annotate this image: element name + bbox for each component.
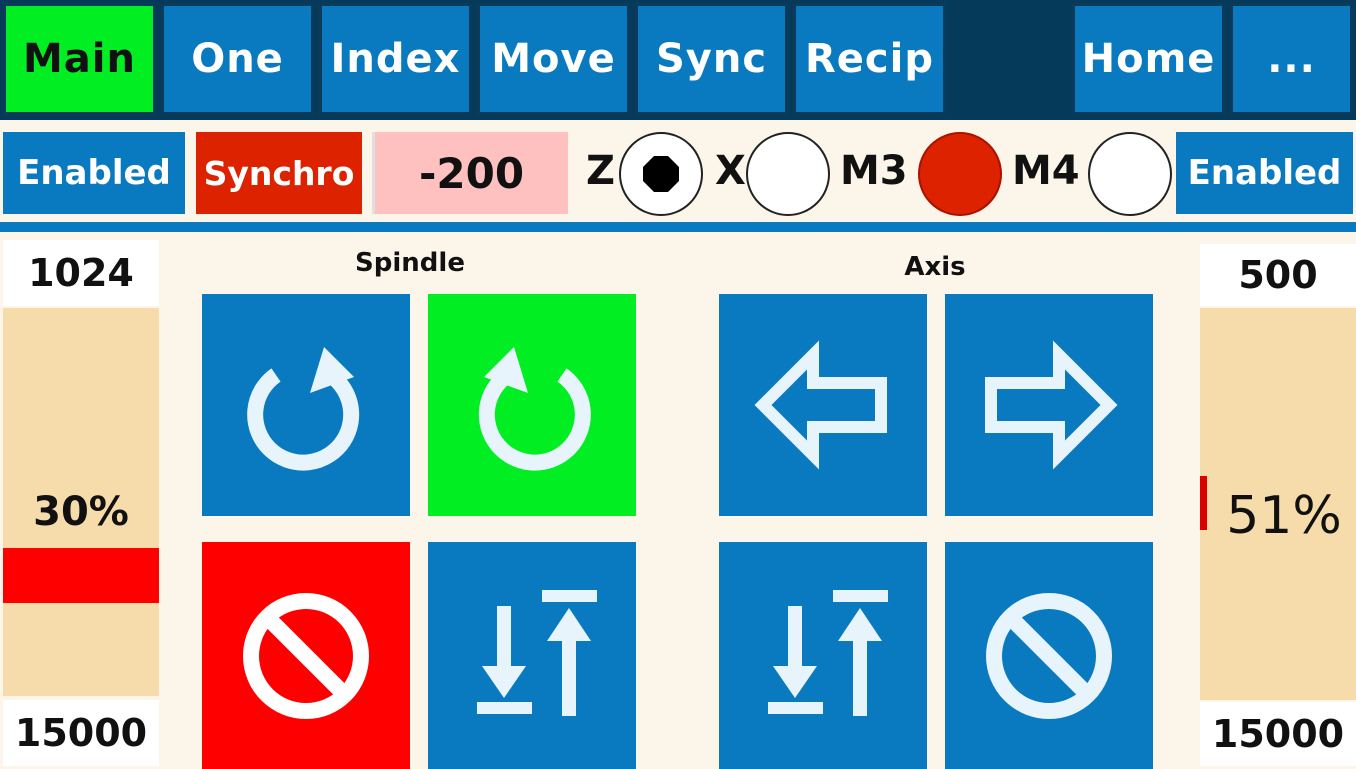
radio-x[interactable] xyxy=(746,132,830,216)
spindle-stop-button[interactable] xyxy=(202,542,410,769)
spindle-percent: 30% xyxy=(33,489,129,535)
axis-mode-button[interactable] xyxy=(719,542,927,769)
axis-left-button[interactable] xyxy=(719,294,927,516)
tab-main[interactable]: Main xyxy=(3,3,156,115)
radio-m4[interactable] xyxy=(1088,132,1172,216)
rotate-ccw-icon xyxy=(247,347,360,471)
axis-stop-button[interactable] xyxy=(945,542,1153,769)
spindle-cw-button[interactable] xyxy=(428,294,636,516)
radio-selected-dot-icon xyxy=(643,156,679,192)
radio-m3-label: M3 xyxy=(840,148,908,194)
rotate-cw-icon xyxy=(478,347,591,471)
tab-sync[interactable]: Sync xyxy=(635,3,788,115)
spindle-mode-button[interactable] xyxy=(428,542,636,769)
arrow-right-icon xyxy=(985,340,1118,470)
tab-index[interactable]: Index xyxy=(319,3,472,115)
axis-bottom-value: 15000 xyxy=(1200,702,1356,766)
synchro-button[interactable]: Synchro xyxy=(196,132,362,214)
value-field[interactable]: -200 xyxy=(372,132,568,214)
left-enabled-button[interactable]: Enabled xyxy=(3,132,185,214)
stop-icon xyxy=(243,592,369,719)
radio-x-label: X xyxy=(715,148,746,194)
tab-move[interactable]: Move xyxy=(477,3,630,115)
sort-arrows-icon xyxy=(477,589,597,716)
radio-z-label: Z xyxy=(586,148,616,194)
arrow-left-icon xyxy=(754,340,887,470)
spindle-gauge-fill xyxy=(3,548,159,603)
tab-home[interactable]: Home xyxy=(1072,3,1225,115)
spindle-top-value: 1024 xyxy=(3,240,159,306)
tab-empty xyxy=(951,3,1069,115)
axis-right-button[interactable] xyxy=(945,294,1153,516)
tab-recip[interactable]: Recip xyxy=(793,3,946,115)
tab-one[interactable]: One xyxy=(161,3,314,115)
axis-percent: 51% xyxy=(1226,486,1342,546)
spindle-title: Spindle xyxy=(355,248,465,278)
axis-gauge[interactable]: 51% xyxy=(1200,308,1356,700)
axis-gauge-marker xyxy=(1200,476,1207,530)
spindle-bottom-value: 15000 xyxy=(3,700,159,766)
sort-arrows-icon xyxy=(768,589,888,716)
spindle-ccw-button[interactable] xyxy=(202,294,410,516)
spindle-gauge[interactable]: 30% xyxy=(3,308,159,696)
radio-m4-label: M4 xyxy=(1012,148,1080,194)
radio-z[interactable] xyxy=(619,132,703,216)
radio-m3[interactable] xyxy=(918,132,1002,216)
axis-title: Axis xyxy=(904,252,966,282)
axis-top-value: 500 xyxy=(1200,244,1356,306)
stop-icon xyxy=(986,592,1112,719)
tab-more[interactable]: ... xyxy=(1230,3,1353,115)
right-enabled-button[interactable]: Enabled xyxy=(1176,132,1353,214)
